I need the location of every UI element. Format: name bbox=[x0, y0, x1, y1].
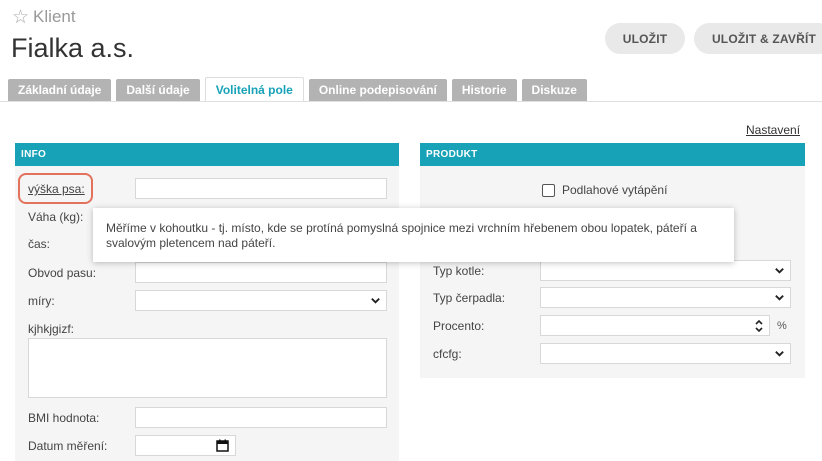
tab-divider bbox=[0, 101, 822, 102]
chevron-down-icon bbox=[775, 295, 784, 301]
vaha-label: Váha (kg): bbox=[28, 210, 84, 224]
info-panel-header: INFO bbox=[15, 143, 399, 166]
settings-link[interactable]: Nastavení bbox=[746, 123, 800, 137]
save-button[interactable]: ULOŽIT bbox=[605, 23, 685, 54]
calendar-icon[interactable] bbox=[216, 439, 229, 452]
typ-kotle-label: Typ kotle: bbox=[433, 264, 485, 278]
bmi-input[interactable] bbox=[135, 407, 387, 428]
field-highlight bbox=[18, 173, 93, 204]
page-title: Fialka a.s. bbox=[11, 33, 135, 63]
typ-cerpadla-select[interactable] bbox=[540, 287, 791, 308]
field-tooltip: Měříme v kohoutku - tj. místo, kde se pr… bbox=[93, 208, 734, 262]
kjhkjgizf-textarea[interactable] bbox=[28, 338, 387, 398]
chevron-down-icon bbox=[371, 298, 380, 304]
tab-volitelna-pole[interactable]: Volitelná pole bbox=[204, 77, 304, 101]
typ-cerpadla-label: Typ čerpadla: bbox=[433, 291, 506, 305]
tab-diskuze[interactable]: Diskuze bbox=[521, 79, 587, 101]
tab-zakladni-udaje[interactable]: Základní údaje bbox=[8, 79, 112, 101]
page-header: ☆ Klient Fialka a.s. ULOŽIT ULOŽIT & ZAV… bbox=[0, 0, 822, 80]
typ-kotle-select[interactable] bbox=[540, 260, 791, 281]
star-icon[interactable]: ☆ bbox=[12, 8, 29, 27]
tab-bar: Základní údaje Další údaje Volitelná pol… bbox=[8, 77, 587, 101]
obvod-pasu-input[interactable] bbox=[135, 262, 387, 283]
tab-online-podepisovani[interactable]: Online podepisování bbox=[308, 79, 447, 101]
procento-input[interactable] bbox=[540, 315, 770, 336]
cfcfg-label: cfcfg: bbox=[433, 347, 462, 361]
datum-mereni-input[interactable] bbox=[135, 435, 236, 456]
tab-dalsi-udaje[interactable]: Další údaje bbox=[116, 79, 200, 101]
miry-label: míry: bbox=[28, 294, 55, 308]
save-close-button[interactable]: ULOŽIT & ZAVŘÍT bbox=[694, 23, 822, 54]
vyska-psa-input[interactable] bbox=[135, 178, 387, 199]
cas-label: čas: bbox=[28, 237, 51, 251]
tab-historie[interactable]: Historie bbox=[451, 79, 517, 101]
datum-mereni-label: Datum měření: bbox=[28, 439, 108, 453]
miry-select[interactable] bbox=[135, 290, 387, 311]
procento-unit: % bbox=[777, 320, 787, 332]
entity-type-label: Klient bbox=[33, 7, 76, 26]
podlahove-vytapeni-checkbox[interactable] bbox=[542, 184, 555, 197]
spinner-icon[interactable] bbox=[754, 318, 764, 334]
podlahove-vytapeni-label: Podlahové vytápění bbox=[562, 183, 668, 197]
entity-type: ☆ Klient bbox=[12, 7, 76, 27]
produkt-panel-header: PRODUKT bbox=[420, 143, 805, 166]
obvod-pasu-label: Obvod pasu: bbox=[28, 266, 97, 280]
cfcfg-select[interactable] bbox=[540, 343, 791, 364]
chevron-down-icon bbox=[775, 268, 784, 274]
chevron-down-icon bbox=[775, 351, 784, 357]
kjhkjgizf-label: kjhkjgizf: bbox=[28, 322, 75, 336]
procento-label: Procento: bbox=[433, 319, 485, 333]
bmi-label: BMI hodnota: bbox=[28, 411, 100, 425]
